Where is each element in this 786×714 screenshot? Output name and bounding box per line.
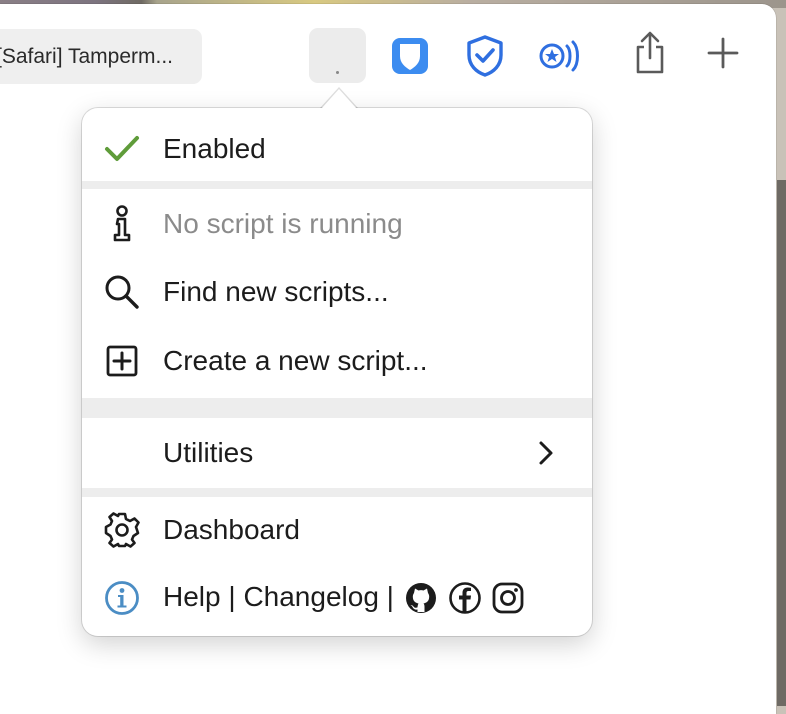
facebook-icon[interactable]	[448, 581, 482, 615]
github-icon[interactable]	[404, 581, 438, 615]
new-tab-plus-icon[interactable]	[702, 32, 744, 74]
menu-separator	[82, 181, 592, 189]
instagram-icon[interactable]	[491, 581, 525, 615]
pipe-separator: |	[228, 580, 236, 612]
info-icon	[102, 578, 142, 618]
utilities-label: Utilities	[163, 437, 254, 468]
plus-square-icon	[102, 341, 142, 381]
tampermonkey-popup-menu: Enabled No script is running Find new sc…	[82, 108, 592, 636]
menu-item-help: Help | Changelog |	[82, 570, 592, 626]
adguard-shield-icon[interactable]	[464, 34, 506, 78]
bitwarden-icon[interactable]	[390, 36, 430, 76]
help-link[interactable]: Help	[163, 581, 221, 612]
checkmark-icon	[102, 129, 142, 169]
starred-sound-icon[interactable]	[537, 36, 581, 76]
menu-item-utilities[interactable]: Utilities	[82, 425, 592, 481]
popover-arrow-fill	[321, 89, 357, 109]
menu-separator	[82, 488, 592, 497]
menu-separator	[82, 398, 592, 418]
enabled-label: Enabled	[163, 133, 266, 164]
menu-item-create-script[interactable]: Create a new script...	[82, 333, 592, 389]
pipe-separator: |	[386, 580, 394, 612]
no-script-label: No script is running	[163, 208, 403, 239]
share-icon[interactable]	[630, 30, 670, 76]
menu-item-find-scripts[interactable]: Find new scripts...	[82, 264, 592, 320]
chevron-right-icon	[534, 438, 558, 468]
create-script-label: Create a new script...	[163, 345, 428, 376]
menu-item-enabled[interactable]: Enabled	[82, 121, 592, 177]
tab-tampermonkey[interactable]: [Safari] Tamperm...	[0, 29, 202, 84]
tampermonkey-icon	[336, 71, 339, 74]
info-figure-icon	[102, 204, 142, 244]
help-row-text: Help | Changelog |	[163, 581, 525, 616]
menu-item-no-script: No script is running	[82, 196, 592, 252]
menu-item-dashboard[interactable]: Dashboard	[82, 502, 592, 558]
search-icon	[102, 272, 142, 312]
dashboard-label: Dashboard	[163, 514, 300, 545]
gear-icon	[102, 510, 142, 550]
background-window-edge	[777, 180, 786, 706]
changelog-link[interactable]: Changelog	[243, 581, 378, 612]
tampermonkey-extension-button[interactable]	[309, 28, 366, 83]
find-scripts-label: Find new scripts...	[163, 276, 389, 307]
tab-title: [Safari] Tamperm...	[0, 44, 174, 68]
